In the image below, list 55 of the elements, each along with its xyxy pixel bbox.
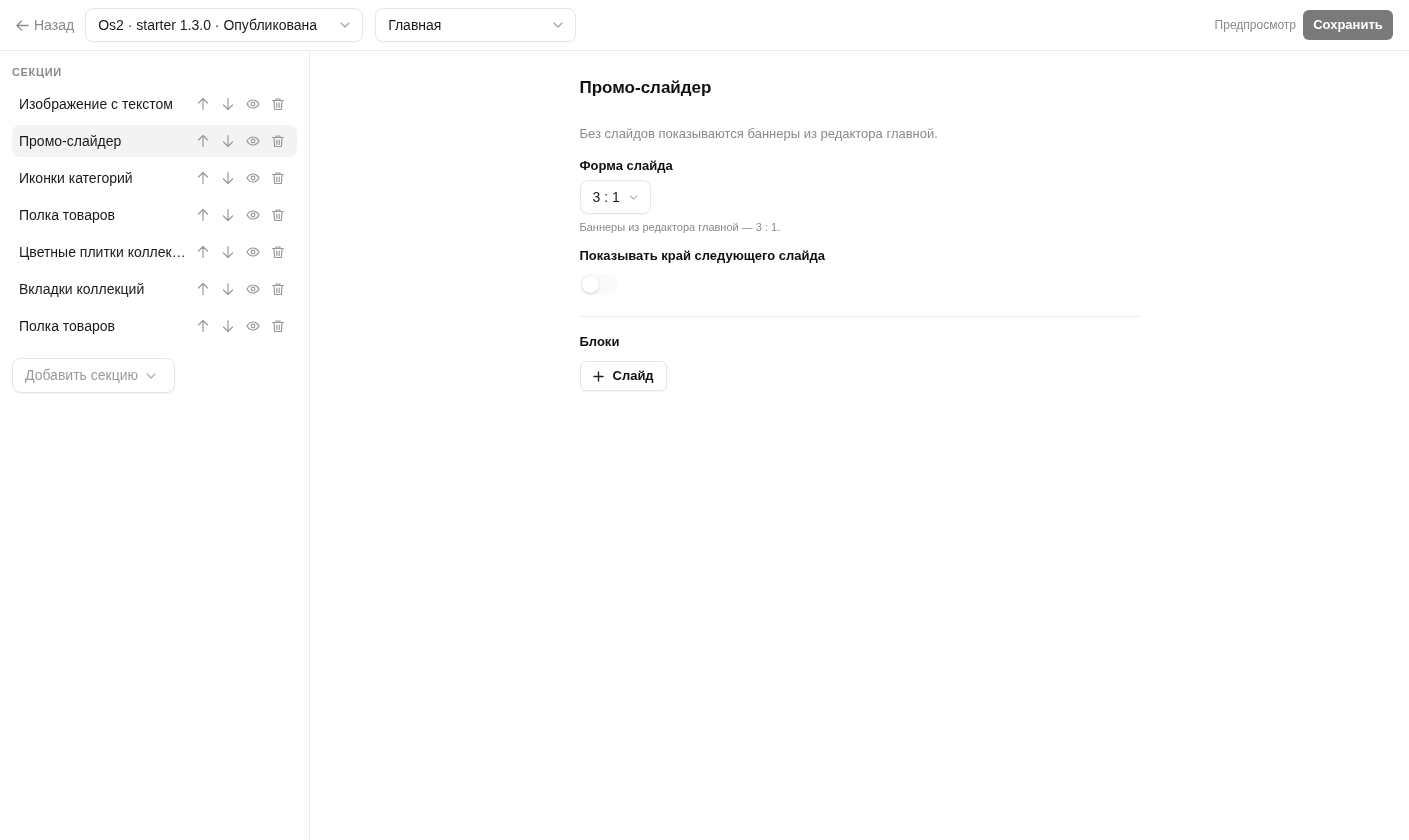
arrow-down-icon[interactable] (221, 282, 235, 296)
eye-icon[interactable] (246, 208, 260, 222)
section-title: Промо-слайдер (579, 77, 712, 99)
trash-icon[interactable] (271, 134, 285, 148)
arrow-down-icon[interactable] (221, 97, 235, 111)
add-slide-button[interactable]: Слайд (579, 361, 667, 391)
toggle-switch[interactable] (579, 274, 618, 295)
back-link[interactable]: Назад (16, 14, 75, 36)
eye-icon[interactable] (246, 134, 260, 148)
chevron-down-icon (628, 194, 638, 200)
preview-link[interactable]: Предпросмотр (1214, 16, 1296, 34)
eye-icon[interactable] (246, 282, 260, 296)
arrow-down-icon[interactable] (221, 171, 235, 185)
eye-icon[interactable] (246, 97, 260, 111)
sidebar-heading: СЕКЦИИ (12, 65, 62, 79)
section-item[interactable]: Вкладки коллекций (12, 273, 297, 305)
blocks-heading: Блоки (579, 333, 620, 351)
section-item[interactable]: Промо-слайдер (12, 125, 297, 157)
arrow-up-icon[interactable] (196, 208, 210, 222)
chevron-down-icon (553, 22, 564, 28)
trash-icon[interactable] (271, 208, 285, 222)
field-hint: Баннеры из редактора главной — 3 : 1. (579, 220, 781, 235)
section-item[interactable]: Полка товаров (12, 199, 297, 231)
arrow-up-icon[interactable] (196, 171, 210, 185)
trash-icon[interactable] (271, 97, 285, 111)
section-item[interactable]: Изображение с текстом (12, 88, 297, 120)
chevron-down-icon (146, 372, 156, 379)
arrow-up-icon[interactable] (196, 134, 210, 148)
page-select[interactable]: Главная (375, 8, 577, 42)
field-label: Показывать край следующего слайда (579, 247, 826, 265)
arrow-up-icon[interactable] (196, 97, 210, 111)
ratio-select[interactable]: 3 : 1 (579, 180, 651, 214)
plus-icon (592, 370, 604, 382)
section-item[interactable]: Полка товаров (12, 310, 297, 342)
arrow-left-icon (16, 18, 29, 32)
section-description: Без слайдов показываются баннеры из редактора главной. (579, 125, 938, 143)
arrow-up-icon[interactable] (196, 319, 210, 333)
field-label: Форма слайда (579, 157, 673, 175)
arrow-down-icon[interactable] (221, 245, 235, 259)
eye-icon[interactable] (246, 319, 260, 333)
section-item[interactable]: Иконки категорий (12, 162, 297, 194)
trash-icon[interactable] (271, 245, 285, 259)
eye-icon[interactable] (246, 171, 260, 185)
arrow-down-icon[interactable] (221, 208, 235, 222)
trash-icon[interactable] (271, 282, 285, 296)
trash-icon[interactable] (271, 171, 285, 185)
arrow-down-icon[interactable] (221, 134, 235, 148)
arrow-down-icon[interactable] (221, 319, 235, 333)
trash-icon[interactable] (271, 319, 285, 333)
version-select[interactable]: Os2 · starter 1.3.0 · Опубликована (85, 8, 364, 42)
eye-icon[interactable] (246, 245, 260, 259)
section-item[interactable]: Цветные плитки коллек… (12, 236, 297, 268)
arrow-up-icon[interactable] (196, 282, 210, 296)
arrow-up-icon[interactable] (196, 245, 210, 259)
chevron-down-icon (340, 22, 351, 28)
